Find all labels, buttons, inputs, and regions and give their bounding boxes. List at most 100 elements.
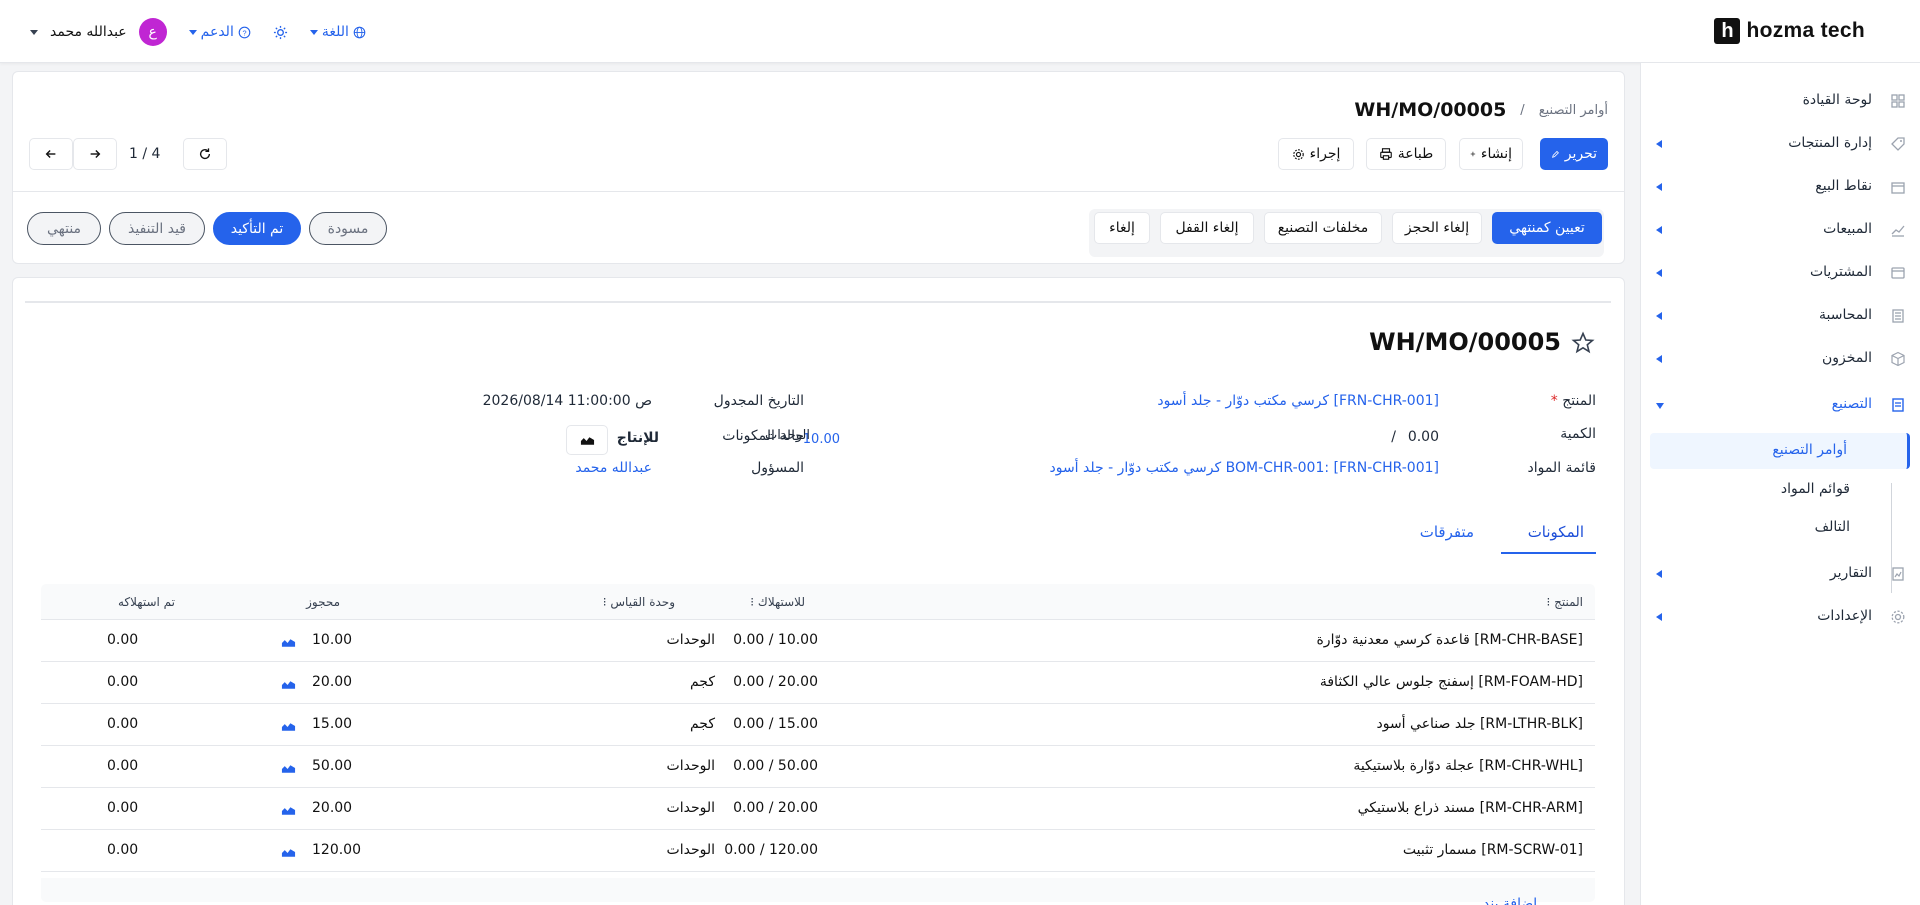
sidebar-item-manufacturing[interactable]: التصنيع xyxy=(1640,387,1920,423)
avatar: ع xyxy=(138,18,167,46)
mark-done-button[interactable]: تعيين كمنتهي xyxy=(1492,212,1602,244)
sidebar-subitem-scrap[interactable]: التالف xyxy=(1650,510,1910,546)
forecast-chart-icon[interactable] xyxy=(281,846,296,858)
edit-button-label: تحرير xyxy=(1564,146,1597,162)
sidebar-subitem-label: التالف xyxy=(1814,519,1850,535)
forecast-chart-icon[interactable] xyxy=(281,804,296,816)
pencil-icon xyxy=(1552,150,1559,158)
theme-toggle[interactable] xyxy=(273,25,288,40)
gear-icon xyxy=(1891,610,1905,624)
forecast-chart-icon[interactable] xyxy=(281,762,296,774)
globe-icon xyxy=(353,26,366,38)
brand-logo[interactable]: h hozma tech xyxy=(1714,18,1865,44)
column-header-consumed[interactable]: تم استهلاكه xyxy=(118,595,175,609)
unreserve-button[interactable]: إلغاء الحجز xyxy=(1392,212,1482,244)
calculator-icon xyxy=(1892,309,1904,323)
forecast-chart-icon[interactable] xyxy=(281,720,296,732)
expand-arrow-icon xyxy=(1656,269,1662,277)
cell-product: [RM-LTHR-BLK] جلد صناعي أسود xyxy=(1376,716,1583,732)
cancel-button[interactable]: إلغاء xyxy=(1094,212,1150,244)
breadcrumb-parent[interactable]: أوامر التصنيع xyxy=(1539,103,1608,118)
sidebar-item-settings[interactable]: الإعدادات xyxy=(1640,599,1920,635)
table-row[interactable]: [RM-SCRW-01] مسمار تثبيت 0.00 / 120.00 الو… xyxy=(41,830,1595,872)
tab-components[interactable]: المكونات xyxy=(1528,523,1584,541)
support-menu[interactable]: الدعم ? xyxy=(188,24,251,40)
unlock-button[interactable]: إلغاء القفل xyxy=(1160,212,1254,244)
chevron-down-icon xyxy=(188,29,197,35)
sidebar-subitem-bom[interactable]: قوائم المواد xyxy=(1650,472,1910,508)
chart-line-icon xyxy=(1891,225,1905,237)
forecast-chart-icon[interactable] xyxy=(281,678,296,690)
sidebar-item-inventory[interactable]: المخزون xyxy=(1640,341,1920,377)
cell-to-consume: 0.00 / 20.00 xyxy=(733,674,818,690)
refresh-button[interactable] xyxy=(183,138,227,170)
tab-miscellaneous[interactable]: متفرقات xyxy=(1420,523,1474,541)
language-menu[interactable]: اللغة xyxy=(309,24,366,40)
tag-icon xyxy=(1891,137,1905,151)
forecast-button[interactable] xyxy=(566,425,608,455)
sidebar-item-sales[interactable]: المبيعات xyxy=(1640,212,1920,248)
create-button-label: إنشاء xyxy=(1480,146,1512,162)
next-record-button[interactable] xyxy=(73,138,117,170)
sidebar-item-label: التقارير xyxy=(1829,565,1872,581)
sun-icon xyxy=(273,25,287,39)
status-draft[interactable]: مسودة xyxy=(309,212,387,245)
quantity-field-label: الكمية xyxy=(1560,426,1596,442)
edit-button[interactable]: تحرير xyxy=(1540,138,1608,170)
scrap-button[interactable]: مخلفات التصنيع xyxy=(1264,212,1382,244)
sidebar-item-accounting[interactable]: المحاسبة xyxy=(1640,298,1920,334)
sidebar-item-pos[interactable]: نقاط البيع xyxy=(1640,169,1920,205)
cell-reserved: 50.00 xyxy=(312,758,353,774)
status-in-progress[interactable]: قيد التنفيذ xyxy=(109,212,205,245)
sidebar-subitem-manufacturing-orders[interactable]: أوامر التصنيع xyxy=(1650,433,1910,469)
cell-consumed: 0.00 xyxy=(107,632,139,648)
cell-product: [RM-CHR-ARM] مسند ذراع بلاستيكي xyxy=(1357,800,1583,816)
status-done[interactable]: منتهي xyxy=(27,212,101,245)
product-field-value[interactable]: [FRN-CHR-001] كرسي مكتب دوّار - جلد أسود xyxy=(1157,393,1439,409)
responsible-value[interactable]: عبدالله محمد xyxy=(575,460,652,476)
sidebar-item-reports[interactable]: التقارير xyxy=(1640,556,1920,592)
cell-reserved: 20.00 xyxy=(312,674,353,690)
cell-reserved: 120.00 xyxy=(312,842,361,858)
column-header-uom[interactable]: وحدة القياس ⁝ xyxy=(603,595,675,609)
cell-product: [RM-CHR-WHL] عجلة دوّارة بلاستيكية xyxy=(1353,758,1583,774)
expand-arrow-icon xyxy=(1656,570,1662,578)
cell-to-consume: 0.00 / 50.00 xyxy=(733,758,818,774)
add-line-link[interactable]: إضافة بند xyxy=(1483,896,1537,905)
previous-record-button[interactable] xyxy=(29,138,73,170)
action-menu-button[interactable]: إجراء xyxy=(1278,138,1354,170)
expand-arrow-icon xyxy=(1656,183,1662,191)
bom-field-value[interactable]: BOM-CHR-001: [FRN-CHR-001] كرسي مكتب دوّ… xyxy=(1049,460,1439,476)
column-header-product[interactable]: المنتج ⁝ xyxy=(1546,595,1583,609)
user-menu[interactable]: عبدالله محمد ع xyxy=(30,18,167,46)
table-row[interactable]: [RM-CHR-BASE] قاعدة كرسي معدنية دوّارة 0.… xyxy=(41,620,1595,662)
forecast-chart-icon[interactable] xyxy=(281,636,296,648)
cell-uom: كجم xyxy=(689,716,715,732)
table-row[interactable]: [RM-CHR-WHL] عجلة دوّارة بلاستيكية 0.00 /… xyxy=(41,746,1595,788)
column-header-reserved[interactable]: محجوز xyxy=(306,595,340,609)
column-header-to-consume[interactable]: للاستهلاك ⁝ xyxy=(750,595,805,609)
table-row[interactable]: [RM-CHR-ARM] مسند ذراع بلاستيكي 0.00 / 20… xyxy=(41,788,1595,830)
product-field-label: المنتج * xyxy=(1550,393,1596,409)
table-row[interactable]: [RM-FOAM-HD] إسفنج جلوس عالي الكثافة 0.00… xyxy=(41,662,1595,704)
table-row[interactable]: [RM-LTHR-BLK] جلد صناعي أسود 0.00 / 15.00… xyxy=(41,704,1595,746)
star-icon[interactable] xyxy=(1571,331,1595,355)
print-button[interactable]: طباعة xyxy=(1366,138,1446,170)
print-button-label: طباعة xyxy=(1397,146,1434,162)
record-form: WH/MO/00005 المنتج * [FRN-CHR-001] كرسي … xyxy=(12,277,1625,905)
quantity-produced[interactable]: 0.00 xyxy=(1408,429,1439,445)
breadcrumb-separator: / xyxy=(1520,102,1525,118)
sidebar-item-dashboard[interactable]: لوحة القيادة xyxy=(1640,83,1920,119)
table-header: المنتج ⁝ للاستهلاك ⁝ وحدة القياس ⁝ محجوز… xyxy=(41,584,1595,620)
wallet-icon xyxy=(1891,267,1905,279)
scheduled-date-value[interactable]: 2026/08/14 11:00:00 ص xyxy=(483,393,652,409)
bom-field-label: قائمة المواد xyxy=(1527,460,1596,476)
cell-consumed: 0.00 xyxy=(107,800,139,816)
expand-arrow-icon xyxy=(1656,226,1662,234)
sidebar-item-products[interactable]: إدارة المنتجات xyxy=(1640,126,1920,162)
dashboard-icon xyxy=(1891,94,1905,108)
status-confirmed[interactable]: تم التأكيد xyxy=(213,212,301,245)
language-label: اللغة xyxy=(321,24,349,40)
sidebar-item-purchases[interactable]: المشتريات xyxy=(1640,255,1920,291)
create-button[interactable]: إنشاء xyxy=(1459,138,1523,170)
